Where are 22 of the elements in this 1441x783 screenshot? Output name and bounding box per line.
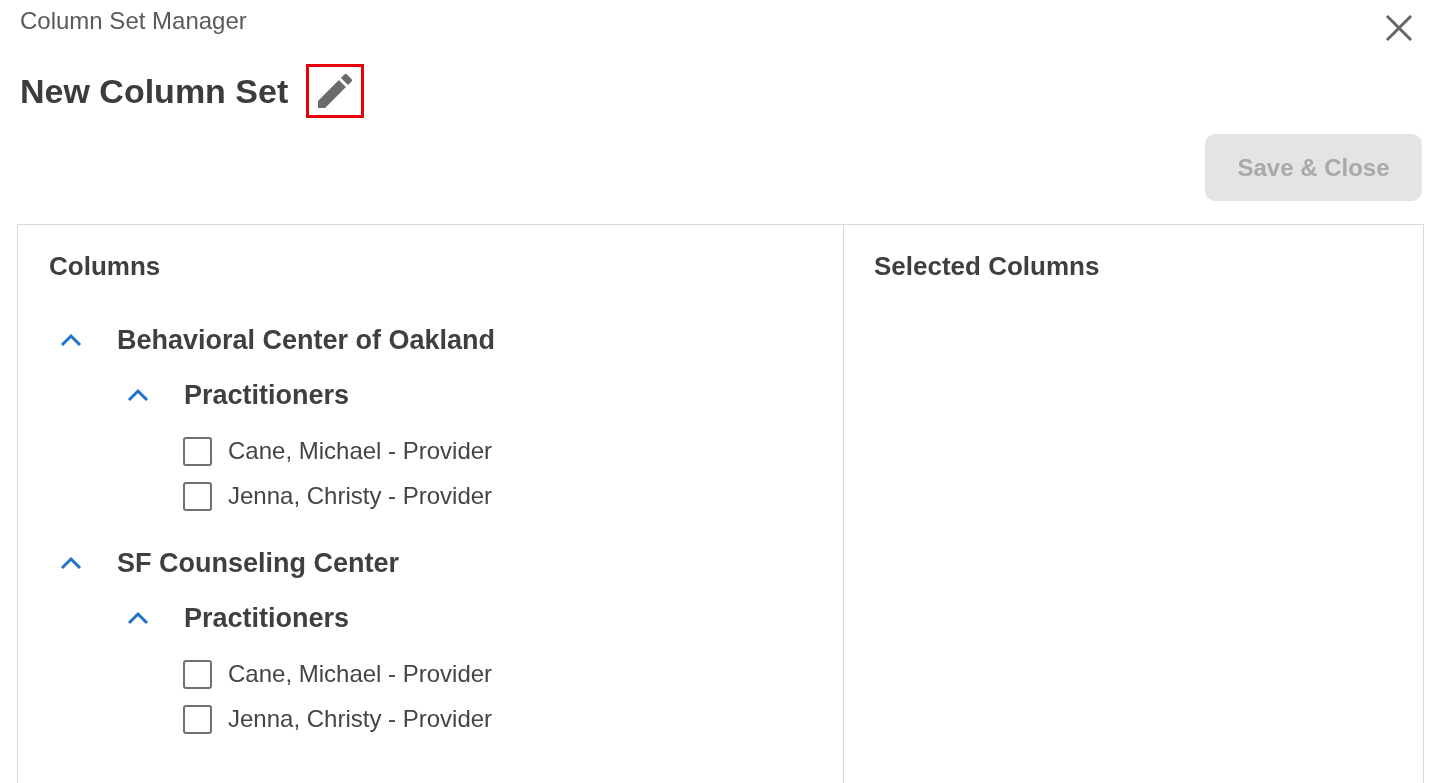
- checkbox[interactable]: [183, 481, 212, 511]
- close-icon[interactable]: [1385, 14, 1413, 42]
- panel-heading: Columns: [49, 250, 161, 282]
- checkbox[interactable]: [183, 436, 212, 466]
- chevron-up-icon[interactable]: [60, 331, 82, 349]
- checkbox-label[interactable]: Cane, Michael - Provider: [228, 660, 493, 688]
- tree-group-label[interactable]: SF Counseling Center: [117, 547, 400, 579]
- chevron-up-icon[interactable]: [60, 554, 82, 572]
- checkbox-label[interactable]: Cane, Michael - Provider: [228, 437, 493, 465]
- checkbox[interactable]: [183, 659, 212, 689]
- panel-heading: Selected Columns: [874, 250, 1100, 282]
- tree-group-label[interactable]: Practitioners: [184, 602, 350, 634]
- dialog-title: Column Set Manager: [20, 7, 247, 35]
- chevron-up-icon[interactable]: [127, 609, 149, 627]
- checkbox-label[interactable]: Jenna, Christy - Provider: [228, 482, 493, 510]
- checkbox[interactable]: [183, 704, 212, 734]
- chevron-up-icon[interactable]: [127, 386, 149, 404]
- column-set-name: New Column Set: [20, 71, 289, 111]
- pencil-icon[interactable]: [318, 74, 353, 108]
- tree-group-label[interactable]: Behavioral Center of Oakland: [117, 324, 496, 356]
- tree-group-label[interactable]: Practitioners: [184, 379, 350, 411]
- checkbox-label[interactable]: Jenna, Christy - Provider: [228, 705, 493, 733]
